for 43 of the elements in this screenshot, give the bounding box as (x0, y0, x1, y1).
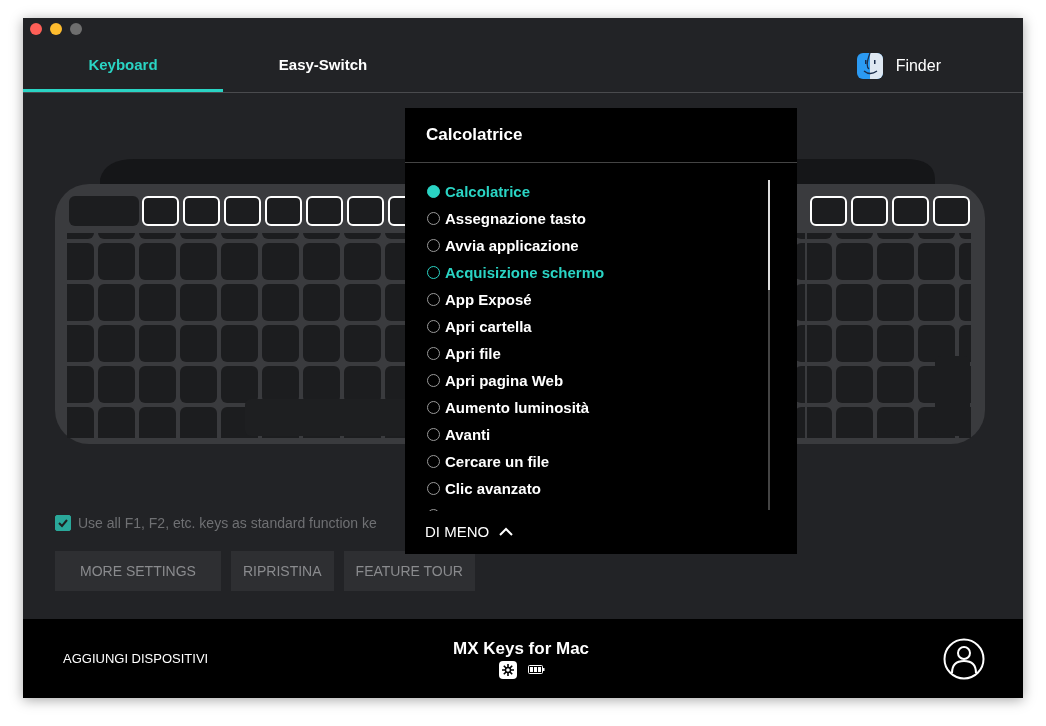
menu-item[interactable]: Avanti (427, 421, 797, 448)
function-key-button[interactable] (810, 196, 847, 226)
function-key-button[interactable] (306, 196, 343, 226)
menu-item[interactable]: Apri pagina Web (427, 367, 797, 394)
scrollbar[interactable] (768, 180, 770, 510)
device-name: MX Keys for Mac (453, 638, 590, 659)
menu-item[interactable]: Clic avanzato (427, 475, 797, 502)
function-key-button[interactable] (933, 196, 970, 226)
menu-item[interactable]: Calcolatrice (427, 178, 797, 205)
zoom-button[interactable] (70, 23, 82, 35)
chevron-up-icon (499, 526, 514, 536)
function-key-button[interactable] (224, 196, 261, 226)
function-key-button[interactable] (347, 196, 384, 226)
menu-item[interactable]: Cercare un file (427, 448, 797, 475)
menu-item[interactable]: App Exposé (427, 286, 797, 313)
action-button[interactable]: RIPRISTINA (231, 551, 334, 591)
action-button[interactable]: FEATURE TOUR (343, 551, 475, 591)
menu-title: Calcolatrice (405, 108, 797, 163)
menu-item[interactable]: Apri file (427, 340, 797, 367)
battery-icon (528, 665, 545, 674)
menu-item[interactable]: Aumento luminosità (427, 394, 797, 421)
connection-icon (499, 660, 517, 679)
function-key-button[interactable] (892, 196, 929, 226)
add-devices-link[interactable]: AGGIUNGI DISPOSITIVI (63, 651, 423, 666)
app-label: Finder (895, 57, 941, 75)
tab[interactable]: Keyboard (23, 40, 223, 92)
face-icon[interactable] (856, 53, 883, 79)
menu-item[interactable]: Acquisizione schermo (427, 259, 797, 286)
function-key-button[interactable] (851, 196, 888, 226)
checkbox[interactable] (55, 515, 71, 531)
menu-item[interactable]: Avvia applicazione (427, 232, 797, 259)
minimize-button[interactable] (50, 23, 62, 35)
tab[interactable]: Easy-Switch (223, 40, 423, 92)
account-icon[interactable] (943, 637, 985, 680)
close-button[interactable] (30, 23, 42, 35)
function-key-button[interactable] (265, 196, 302, 226)
function-key-button[interactable] (142, 196, 179, 226)
checkbox-label: Use all F1, F2, etc. keys as standard function ke (78, 515, 377, 531)
collapse-button[interactable]: DI MENO (405, 511, 535, 551)
function-key-button[interactable] (183, 196, 220, 226)
menu-item[interactable]: Apri cartella (427, 313, 797, 340)
action-button[interactable]: MORE SETTINGS (55, 551, 221, 591)
menu-item[interactable]: Assegnazione tasto (427, 205, 797, 232)
